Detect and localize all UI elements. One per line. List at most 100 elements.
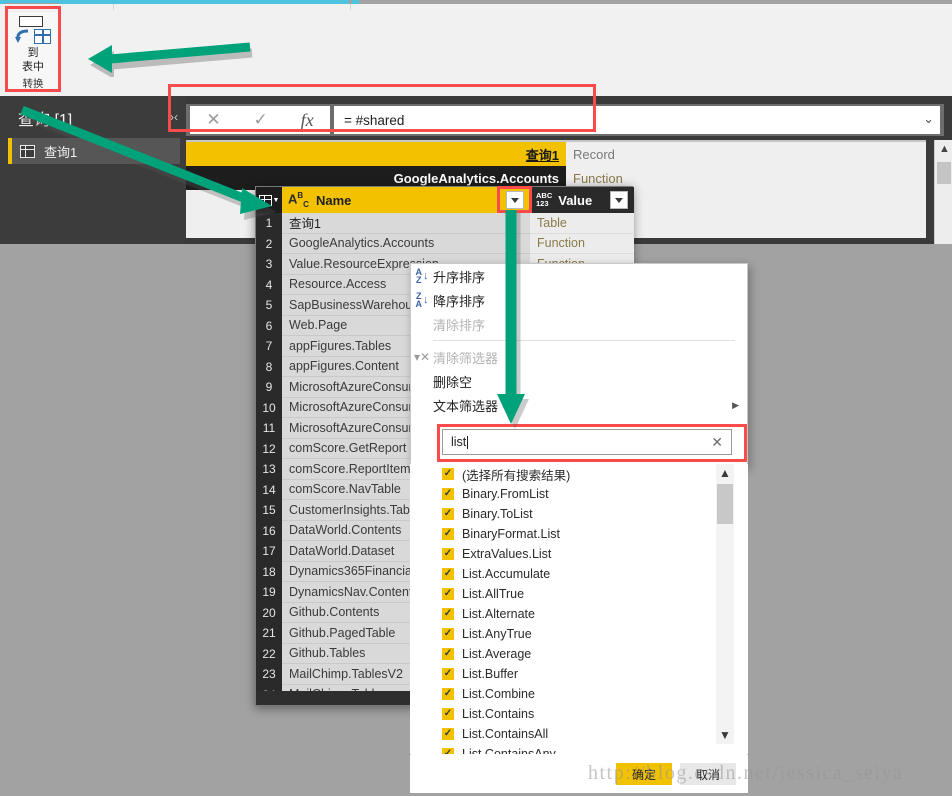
- filter-value-row[interactable]: ✓ List.Accumulate: [442, 564, 722, 584]
- menu-item-remove-empty[interactable]: 删除空: [411, 369, 747, 393]
- row-index: 17: [256, 541, 282, 562]
- table-query-icon: [20, 144, 35, 158]
- result-row[interactable]: 查询1 Record: [186, 142, 926, 166]
- checkbox-checked-icon[interactable]: ✓: [442, 708, 454, 720]
- chevron-down-icon[interactable]: ▼: [716, 726, 734, 744]
- formula-input[interactable]: = #shared: [334, 106, 940, 134]
- chevron-up-icon[interactable]: ▲: [716, 464, 734, 482]
- filter-value-row[interactable]: ✓ List.ContainsAny: [442, 744, 722, 754]
- to-table-label-2: 表中: [22, 61, 44, 73]
- to-table-group-label: 转换: [22, 78, 44, 90]
- filter-value-row[interactable]: ✓ Binary.FromList: [442, 484, 722, 504]
- collapse-icon[interactable]: ›‹: [170, 110, 178, 124]
- menu-item-clear-filter[interactable]: ▾✕ 清除筛选器: [411, 345, 747, 369]
- filter-value-label: List.Average: [462, 647, 532, 661]
- filter-value-row[interactable]: ✓ BinaryFormat.List: [442, 524, 722, 544]
- row-index: 1: [256, 213, 282, 234]
- menu-item-clear-sort[interactable]: 清除排序: [411, 312, 747, 336]
- filter-value-row[interactable]: ✓ List.Alternate: [442, 604, 722, 624]
- scrollbar-thumb[interactable]: [717, 484, 733, 524]
- chevron-down-icon[interactable]: ⌄: [923, 111, 934, 127]
- filter-value-row[interactable]: ✓ List.Combine: [442, 684, 722, 704]
- row-index: 7: [256, 336, 282, 357]
- filter-value-label: List.ContainsAny: [462, 747, 556, 754]
- filter-value-row[interactable]: ✓ ExtraValues.List: [442, 544, 722, 564]
- column-filter-button-name[interactable]: [506, 191, 524, 209]
- column-filter-button-value[interactable]: [610, 191, 628, 209]
- filter-values-scrollbar[interactable]: ▲ ▼: [716, 464, 734, 744]
- result-scrollbar[interactable]: ▲: [934, 140, 952, 244]
- dialog-footer: 确定 取消: [410, 755, 748, 793]
- clear-x-icon[interactable]: ✕: [711, 434, 723, 451]
- query-list-item[interactable]: 查询1: [8, 138, 180, 164]
- page-background-left: [0, 244, 255, 796]
- filter-value-label: Binary.ToList: [462, 507, 533, 521]
- fx-icon[interactable]: fx: [301, 110, 314, 131]
- formula-value: = #shared: [344, 112, 405, 128]
- menu-item-sort-desc[interactable]: Z A ↓ 降序排序: [411, 288, 747, 312]
- filter-value-row[interactable]: ✓ List.Contains: [442, 704, 722, 724]
- cancel-button[interactable]: 取消: [680, 763, 736, 785]
- chevron-up-icon[interactable]: ▲: [939, 143, 950, 155]
- table-row[interactable]: 2 GoogleAnalytics.Accounts Function: [256, 233, 634, 254]
- column-header-name-label: Name: [315, 192, 352, 208]
- table-row[interactable]: 1 查询1 Table: [256, 213, 634, 234]
- checkbox-checked-icon[interactable]: ✓: [442, 728, 454, 740]
- checkbox-checked-icon[interactable]: ✓: [442, 628, 454, 640]
- row-index: 13: [256, 459, 282, 480]
- checkbox-checked-icon[interactable]: ✓: [442, 748, 454, 754]
- checkbox-checked-icon[interactable]: ✓: [442, 548, 454, 560]
- filter-value-row[interactable]: ✓ List.Average: [442, 644, 722, 664]
- filter-value-row[interactable]: ✓ (选择所有搜索结果): [442, 464, 722, 484]
- filter-value-row[interactable]: ✓ List.ContainsAll: [442, 724, 722, 744]
- filter-value-label: List.Buffer: [462, 667, 519, 681]
- scrollbar-thumb[interactable]: [937, 162, 951, 184]
- chevron-down-icon: ▼: [272, 196, 280, 204]
- row-index: 8: [256, 356, 282, 377]
- filter-value-label: (选择所有搜索结果): [462, 468, 571, 483]
- menu-item-sort-asc[interactable]: A Z ↓ 升序排序: [411, 264, 747, 288]
- checkbox-checked-icon[interactable]: ✓: [442, 528, 454, 540]
- checkbox-checked-icon[interactable]: ✓: [442, 688, 454, 700]
- row-index: 21: [256, 623, 282, 644]
- filter-value-row[interactable]: ✓ Binary.ToList: [442, 504, 722, 524]
- queries-pane: 查询 [1] ›‹ 查询1: [0, 96, 186, 244]
- queries-pane-title: 查询 [1]: [18, 112, 73, 129]
- row-index: 23: [256, 664, 282, 685]
- checkbox-checked-icon[interactable]: ✓: [442, 488, 454, 500]
- menu-item-label: 清除排序: [433, 317, 486, 333]
- column-header-value[interactable]: ABC 123 Value: [530, 187, 634, 213]
- filter-value-row[interactable]: ✓ List.Buffer: [442, 664, 722, 684]
- to-table-label-1: 到: [27, 47, 39, 59]
- checkbox-checked-icon[interactable]: ✓: [442, 668, 454, 680]
- function-table-header: ▼ ABC Name ABC 123 Value: [256, 187, 634, 213]
- row-index: 4: [256, 274, 282, 295]
- ribbon: 到 表中 转换: [0, 4, 952, 96]
- filter-value-row[interactable]: ✓ List.AllTrue: [442, 584, 722, 604]
- ok-button[interactable]: 确定: [616, 763, 672, 785]
- window-top-strip-mid: [4, 0, 59, 3]
- cell-value: Function: [530, 233, 634, 254]
- row-index: 9: [256, 377, 282, 398]
- search-input[interactable]: list ✕: [442, 429, 732, 455]
- formula-bar: ✕ ✓ fx = #shared ⌄: [186, 104, 944, 136]
- column-header-name[interactable]: ABC Name: [282, 187, 530, 213]
- checkbox-checked-icon[interactable]: ✓: [442, 468, 454, 480]
- result-row-value: Record: [566, 142, 926, 166]
- grid-icon: [258, 194, 272, 206]
- page-background-mid: [633, 244, 952, 263]
- check-icon[interactable]: ✓: [253, 110, 267, 130]
- checkbox-checked-icon[interactable]: ✓: [442, 588, 454, 600]
- checkbox-checked-icon[interactable]: ✓: [442, 568, 454, 580]
- filter-value-row[interactable]: ✓ List.AnyTrue: [442, 624, 722, 644]
- menu-item-text-filters[interactable]: 文本筛选器 ▶: [411, 393, 747, 417]
- select-all-corner[interactable]: ▼: [256, 187, 282, 213]
- filter-value-label: BinaryFormat.List: [462, 527, 560, 541]
- checkbox-checked-icon[interactable]: ✓: [442, 648, 454, 660]
- checkbox-checked-icon[interactable]: ✓: [442, 608, 454, 620]
- to-table-button[interactable]: 到 表中 转换: [8, 12, 58, 92]
- filter-value-label: Binary.FromList: [462, 487, 549, 501]
- cancel-x-icon[interactable]: ✕: [206, 110, 220, 130]
- row-index: 18: [256, 561, 282, 582]
- checkbox-checked-icon[interactable]: ✓: [442, 508, 454, 520]
